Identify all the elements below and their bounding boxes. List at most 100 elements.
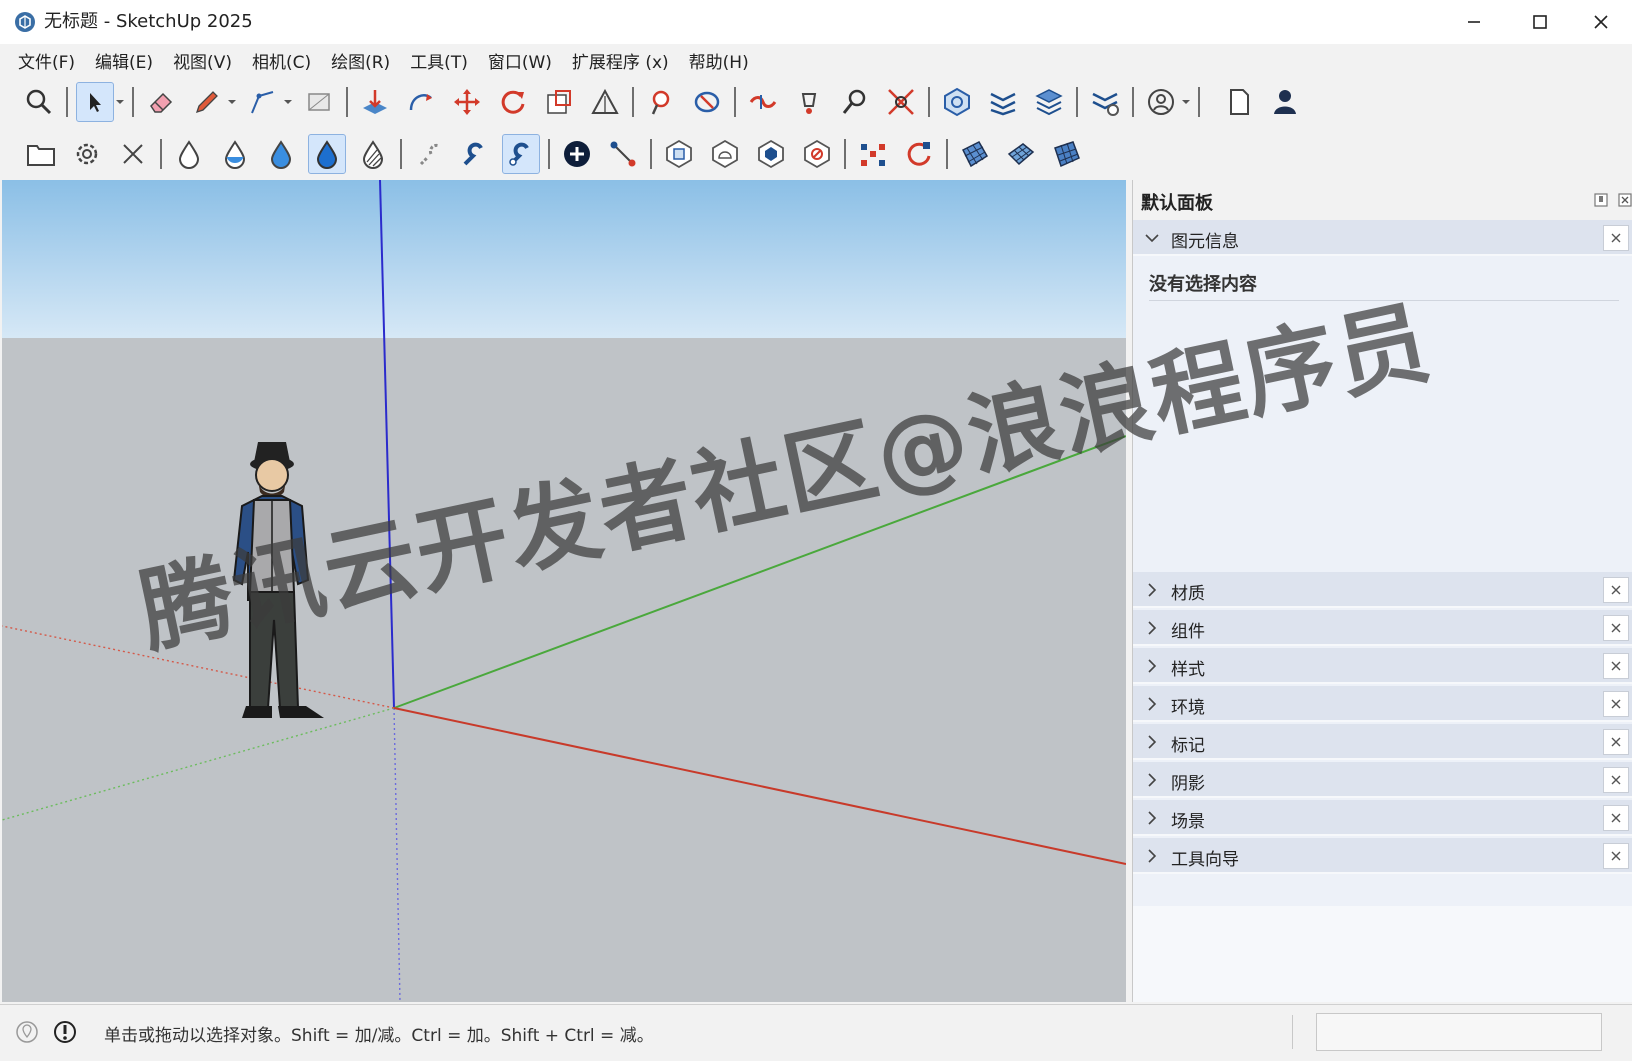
menu-view[interactable]: 视图(V): [165, 48, 240, 73]
menu-tools[interactable]: 工具(T): [402, 48, 476, 73]
pin-icon[interactable]: [1593, 192, 1609, 208]
geo-location-icon[interactable]: [14, 1019, 40, 1045]
shadows-panel-header[interactable]: 阴影: [1133, 762, 1632, 798]
entity-info-panel-header[interactable]: 图元信息: [1133, 220, 1632, 256]
rotate-button[interactable]: [494, 82, 532, 122]
rectangle-button[interactable]: [300, 82, 338, 122]
select-dropdown[interactable]: [114, 82, 126, 122]
toolbar-separator: [946, 139, 948, 169]
drop-active-button[interactable]: [308, 134, 346, 174]
panel-close-button[interactable]: [1603, 615, 1629, 641]
materials-panel-header[interactable]: 材质: [1133, 572, 1632, 608]
window-title: 无标题 - SketchUp 2025: [44, 11, 253, 32]
paint-bucket-button[interactable]: [642, 82, 680, 122]
instructor-panel-header[interactable]: 工具向导: [1133, 838, 1632, 874]
drop-full-button[interactable]: [262, 134, 300, 174]
toolbar-separator: [160, 139, 162, 169]
menu-help[interactable]: 帮助(H): [681, 48, 757, 73]
zoom-icon: [26, 89, 52, 115]
grid-a-button[interactable]: [956, 134, 994, 174]
menu-file[interactable]: 文件(F): [10, 48, 83, 73]
solid-subtract-button[interactable]: [798, 134, 836, 174]
pencil-dropdown[interactable]: [226, 82, 238, 122]
components-panel-header[interactable]: 组件: [1133, 610, 1632, 646]
protractor-button[interactable]: [586, 82, 624, 122]
zoom-button[interactable]: [20, 82, 58, 122]
tags-panel-header[interactable]: 标记: [1133, 724, 1632, 760]
cross-button[interactable]: [114, 134, 152, 174]
magnet-active-button[interactable]: [502, 134, 540, 174]
panel-close-button[interactable]: [1603, 843, 1629, 869]
add-point-button[interactable]: [558, 134, 596, 174]
menu-camera[interactable]: 相机(C): [244, 48, 319, 73]
panel-close-button[interactable]: [1603, 691, 1629, 717]
gear-button[interactable]: [68, 134, 106, 174]
eraser-icon: [150, 92, 173, 113]
solid-intersect-button[interactable]: [752, 134, 790, 174]
minimize-button[interactable]: [1442, 4, 1506, 40]
drop-stripe-button[interactable]: [354, 134, 392, 174]
panel-close-button[interactable]: [1603, 577, 1629, 603]
section-plane-button[interactable]: [938, 82, 976, 122]
close-icon: [1611, 775, 1621, 785]
account-button[interactable]: [1142, 82, 1180, 122]
push-pull-button[interactable]: [356, 82, 394, 122]
orbit-button[interactable]: [688, 82, 726, 122]
position-camera-icon: [801, 93, 817, 114]
follow-me-button[interactable]: [402, 82, 440, 122]
menu-edit[interactable]: 编辑(E): [87, 48, 161, 73]
profile-button[interactable]: [1266, 82, 1304, 122]
toolbar-separator: [844, 139, 846, 169]
magnet-off-button[interactable]: [410, 134, 448, 174]
new-file-button[interactable]: [1220, 82, 1258, 122]
explode-button[interactable]: [854, 134, 892, 174]
panel-close-button[interactable]: [1603, 805, 1629, 831]
folder-button[interactable]: [22, 134, 60, 174]
magnet-button[interactable]: [456, 134, 494, 174]
sketchup-logo-icon: [15, 12, 35, 32]
position-camera-button[interactable]: [790, 82, 828, 122]
entity-info-close-button[interactable]: [1603, 225, 1629, 251]
scale-button[interactable]: [540, 82, 578, 122]
refresh-icon: [907, 142, 931, 166]
grid-c-button[interactable]: [1048, 134, 1086, 174]
styles-panel-header[interactable]: 样式: [1133, 648, 1632, 684]
drop-half-button[interactable]: [216, 134, 254, 174]
line-button[interactable]: [244, 82, 282, 122]
line-dropdown[interactable]: [282, 82, 294, 122]
panel-close-button[interactable]: [1603, 767, 1629, 793]
solid-outer-button[interactable]: [660, 134, 698, 174]
walk-button[interactable]: [744, 82, 782, 122]
zoom-window-button[interactable]: [836, 82, 874, 122]
menu-draw[interactable]: 绘图(R): [323, 48, 398, 73]
select-button[interactable]: [76, 82, 114, 122]
info-icon[interactable]: [52, 1019, 78, 1045]
move-icon: [454, 89, 480, 115]
scenes-panel-header[interactable]: 场景: [1133, 800, 1632, 836]
close-button[interactable]: [1572, 4, 1630, 40]
tag-button[interactable]: [1030, 82, 1068, 122]
menu-extensions[interactable]: 扩展程序 (x): [564, 48, 677, 73]
panel-close-button[interactable]: [1603, 653, 1629, 679]
connect-button[interactable]: [604, 134, 642, 174]
section-display-button[interactable]: [984, 82, 1022, 122]
maximize-button[interactable]: [1508, 4, 1572, 40]
pencil-button[interactable]: [188, 82, 226, 122]
panel-label: 环境: [1171, 698, 1205, 718]
measurements-box[interactable]: [1316, 1013, 1602, 1051]
panel-close-button[interactable]: [1603, 729, 1629, 755]
move-button[interactable]: [448, 82, 486, 122]
chevron-down-icon: [1182, 100, 1190, 104]
menu-window[interactable]: 窗口(W): [480, 48, 560, 73]
grid-b-button[interactable]: [1002, 134, 1040, 174]
solid-union-button[interactable]: [706, 134, 744, 174]
drop-empty-button[interactable]: [170, 134, 208, 174]
refresh-button[interactable]: [900, 134, 938, 174]
account-dropdown[interactable]: [1180, 82, 1192, 122]
zoom-extents-button[interactable]: [882, 82, 920, 122]
settings-button[interactable]: [1086, 82, 1124, 122]
eraser-button[interactable]: [142, 82, 180, 122]
tray-empty-area: [1133, 906, 1632, 1002]
environment-panel-header[interactable]: 环境: [1133, 686, 1632, 722]
tray-close-icon[interactable]: [1617, 192, 1632, 208]
